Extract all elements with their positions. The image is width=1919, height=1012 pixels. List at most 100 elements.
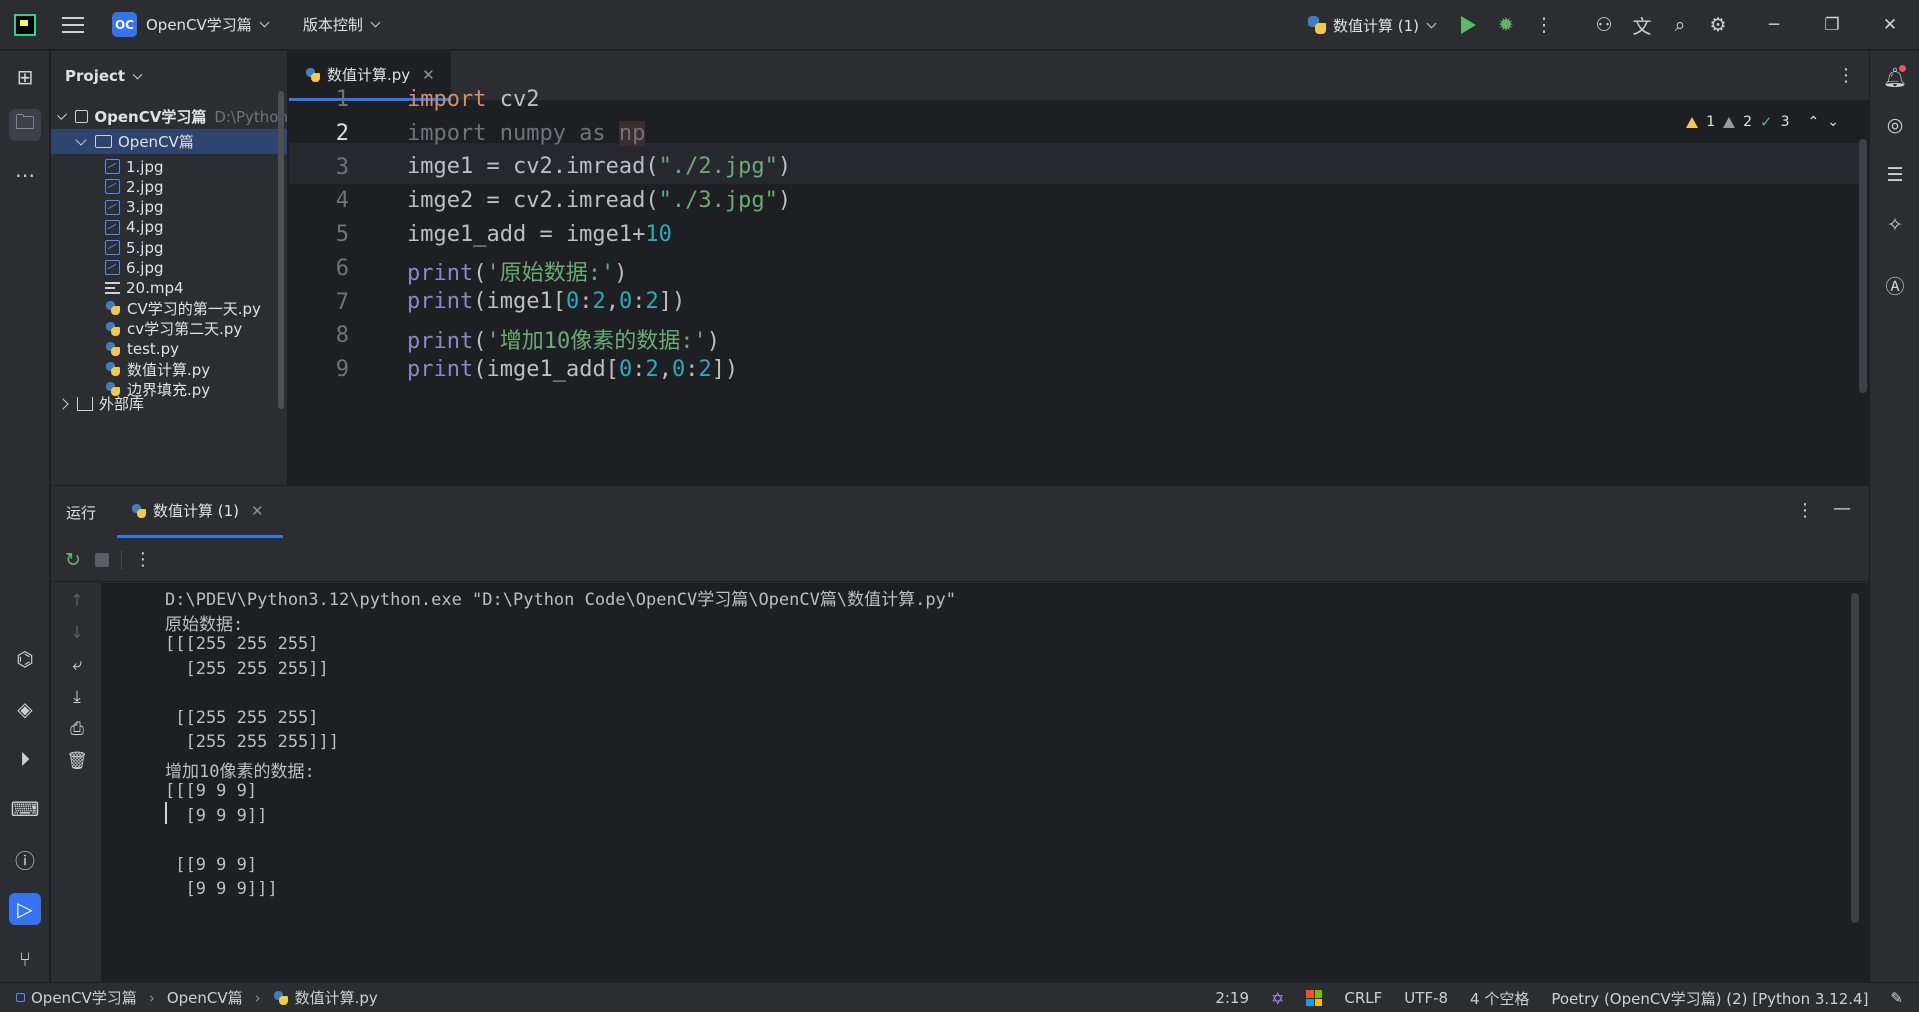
module-icon: [16, 993, 25, 1002]
code-line-6[interactable]: print('原始数据:'): [407, 255, 627, 287]
more-tools-icon[interactable]: ⋯: [9, 159, 41, 191]
python-packages-icon[interactable]: ◈: [9, 693, 41, 725]
main-menu-icon[interactable]: [62, 16, 84, 33]
restore-button[interactable]: ❐: [1803, 0, 1861, 50]
indent-setting[interactable]: 4 个空格: [1470, 988, 1529, 1009]
caret-position[interactable]: 2:19: [1215, 989, 1249, 1007]
line-number[interactable]: 8: [289, 323, 349, 348]
line-ending[interactable]: CRLF: [1344, 989, 1382, 1007]
line-number[interactable]: 9: [289, 357, 349, 382]
collapse-chevron-icon[interactable]: [57, 397, 69, 410]
search-button[interactable]: ⌕: [1661, 6, 1699, 44]
chevron-down-icon: [370, 17, 381, 28]
python-console-icon[interactable]: ⌬: [9, 643, 41, 675]
soft-wrap-icon[interactable]: ⤶: [65, 655, 89, 675]
vcs-menu[interactable]: 版本控制: [294, 0, 381, 50]
clear-all-icon[interactable]: 🗑︎: [65, 751, 89, 771]
more-run-actions-icon[interactable]: ⋮: [134, 549, 152, 570]
run-button[interactable]: [1449, 6, 1487, 44]
interpreter-selector[interactable]: Poetry (OpenCV学习篇) (2) [Python 3.12.4]: [1551, 988, 1868, 1009]
hide-panel-icon[interactable]: —: [1833, 498, 1851, 519]
tree-root-path: D:\Python: [214, 107, 288, 126]
console-line: [[[9 9 9]: [165, 781, 258, 801]
run-options-icon[interactable]: ⋮: [1796, 500, 1814, 521]
pycharm-logo-icon[interactable]: [14, 13, 36, 36]
python-icon: [131, 503, 147, 519]
tree-root[interactable]: OpenCV学习篇 D:\Python: [51, 104, 288, 129]
run-tool-icon[interactable]: ▷: [9, 893, 41, 925]
scroll-to-end-icon[interactable]: ⤓: [65, 687, 89, 707]
line-number[interactable]: 7: [289, 290, 349, 315]
ai-assistant-icon[interactable]: ◎: [1879, 109, 1911, 141]
rerun-icon[interactable]: ↻: [65, 549, 81, 571]
close-tab-icon[interactable]: ✕: [422, 66, 435, 84]
copilot-icon[interactable]: ✧: [1879, 209, 1911, 241]
console-line: [255 255 255]]: [165, 658, 329, 679]
run-tab-active[interactable]: 数值计算 (1) ✕: [117, 486, 283, 538]
code-line-4[interactable]: imge2 = cv2.imread("./3.jpg"): [407, 188, 791, 213]
breadcrumb-item[interactable]: OpenCV篇: [167, 987, 243, 1008]
code-line-2[interactable]: import numpy as np: [407, 121, 646, 146]
tree-folder-opencv[interactable]: OpenCV篇: [51, 129, 287, 154]
line-number[interactable]: 2: [289, 121, 349, 146]
settings-button[interactable]: ⚙: [1699, 6, 1737, 44]
notification-badge: [1899, 65, 1906, 72]
expand-chevron-icon[interactable]: [75, 133, 87, 146]
previous-highlight-icon[interactable]: ⌃: [1808, 114, 1820, 130]
project-scrollbar[interactable]: [278, 91, 284, 409]
line-number[interactable]: 6: [289, 256, 349, 281]
console-output[interactable]: D:\PDEV\Python3.12\python.exe "D:\Python…: [101, 583, 1869, 982]
database-icon[interactable]: ☰: [1879, 159, 1911, 191]
code-line-5[interactable]: imge1_add = imge1+10: [407, 222, 672, 247]
next-highlight-icon[interactable]: ⌄: [1827, 114, 1839, 130]
more-actions-button[interactable]: ⋮: [1525, 6, 1563, 44]
close-window-button[interactable]: ✕: [1861, 0, 1919, 50]
folder-icon: [95, 135, 112, 148]
scroll-down-icon[interactable]: ↓: [65, 623, 89, 643]
ai-status-icon[interactable]: ✡: [1271, 989, 1284, 1008]
expand-chevron-icon[interactable]: [57, 109, 68, 120]
console-line: 增加10像素的数据:: [165, 761, 315, 782]
project-tool-icon[interactable]: 🗀: [9, 109, 41, 141]
translate-button[interactable]: 文: [1623, 6, 1661, 44]
code-with-me-button[interactable]: ⚇: [1585, 6, 1623, 44]
read-only-toggle-icon[interactable]: ✎: [1890, 989, 1903, 1007]
text-caret: [165, 802, 167, 824]
windows-logo-icon[interactable]: [1306, 990, 1323, 1006]
structure-icon[interactable]: ⊞: [9, 61, 41, 93]
code-line-3[interactable]: imge1 = cv2.imread("./2.jpg"): [407, 154, 791, 179]
breadcrumb-item[interactable]: 数值计算.py: [295, 987, 378, 1008]
code-line-8[interactable]: print('增加10像素的数据:'): [407, 323, 720, 355]
line-number[interactable]: 1: [289, 87, 349, 112]
code-line-7[interactable]: print(imge1[0:2,0:2]): [407, 289, 685, 314]
minimize-button[interactable]: ─: [1745, 0, 1803, 50]
line-number[interactable]: 3: [289, 155, 349, 180]
project-switcher[interactable]: OC OpenCV学习篇: [84, 0, 270, 50]
close-tab-icon[interactable]: ✕: [251, 502, 264, 520]
debug-button[interactable]: ✹: [1487, 6, 1525, 44]
line-number[interactable]: 4: [289, 188, 349, 213]
project-panel-header[interactable]: Project: [51, 51, 287, 101]
editor-tabs-menu-icon[interactable]: ⋮: [1837, 65, 1855, 86]
code-line-1[interactable]: import cv2: [407, 87, 539, 112]
services-icon[interactable]: ⏵: [9, 743, 41, 775]
image-file-icon: [105, 199, 120, 215]
scroll-up-icon[interactable]: ↑: [65, 591, 89, 611]
inspection-widget[interactable]: 1 2 ✓ 3 ⌃ ⌄: [1686, 113, 1839, 131]
notifications-icon[interactable]: 🔔︎: [1879, 61, 1911, 93]
breadcrumb-item[interactable]: OpenCV学习篇: [31, 987, 137, 1008]
ai-translate-icon[interactable]: Ⓐ: [1879, 269, 1911, 301]
kebab-icon: ⋮: [1534, 14, 1554, 36]
tree-external-libraries[interactable]: 外部库: [51, 391, 287, 416]
line-number[interactable]: 5: [289, 222, 349, 247]
console-scrollbar[interactable]: [1851, 593, 1859, 923]
problems-icon[interactable]: ⓘ: [9, 843, 41, 875]
terminal-icon[interactable]: ⌨: [9, 793, 41, 825]
editor-scrollbar[interactable]: [1859, 139, 1867, 393]
run-config-selector[interactable]: 数值计算 (1): [1307, 0, 1437, 50]
code-line-9[interactable]: print(imge1_add[0:2,0:2]): [407, 357, 738, 382]
stop-icon[interactable]: [94, 552, 109, 567]
git-icon[interactable]: ⑂: [9, 943, 41, 975]
print-icon[interactable]: ⎙: [65, 719, 89, 739]
file-encoding[interactable]: UTF-8: [1404, 989, 1448, 1007]
